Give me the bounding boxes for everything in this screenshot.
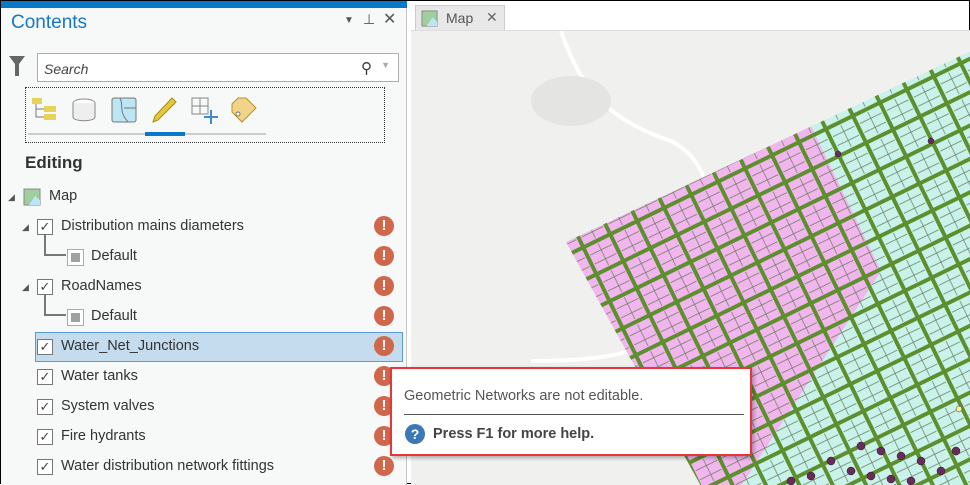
search-input[interactable]: Search ⚲ ▼ [37,53,399,82]
warning-icon[interactable]: ! [374,336,394,356]
tree-label: Water tanks [61,368,138,384]
list-by-editing-icon[interactable] [150,96,178,124]
collapse-icon[interactable]: ◢ [22,282,29,293]
visibility-checkbox[interactable]: ✓ [37,339,53,355]
visibility-checkbox[interactable]: ✓ [37,369,53,385]
symbol-swatch [67,309,84,326]
symbol-swatch [67,249,84,266]
tree-label: Water distribution network fittings [61,458,275,474]
warning-icon[interactable]: ! [374,306,394,326]
view-toolbar [25,87,385,143]
map-icon [23,188,41,206]
tree-label: Default [91,308,137,324]
filter-icon[interactable] [9,56,25,76]
collapse-icon[interactable]: ◢ [8,192,15,203]
search-icon[interactable]: ⚲ [361,59,372,77]
list-by-labeling-icon[interactable] [230,96,258,124]
tree-item-symbol[interactable]: Default ! [1,302,403,332]
tree-item-layer[interactable]: ✓ Water distribution network fittings ! [1,452,403,482]
list-by-snapping-icon[interactable] [190,96,218,124]
tree-label: RoadNames [61,278,142,294]
tree-label: Map [49,188,78,204]
warning-icon[interactable]: ! [374,456,394,476]
visibility-checkbox[interactable]: ✓ [37,429,53,445]
section-heading: Editing [25,153,83,172]
active-tab-indicator [145,132,185,136]
list-by-selection-icon[interactable] [110,96,138,124]
visibility-checkbox[interactable]: ✓ [37,459,53,475]
tooltip-message: Geometric Networks are not editable. [404,388,644,404]
tree-item-layer[interactable]: ✓ System valves ! [1,392,403,422]
list-by-source-icon[interactable] [70,96,98,124]
warning-icon[interactable]: ! [374,246,394,266]
visibility-checkbox[interactable]: ✓ [37,219,53,235]
tooltip: Geometric Networks are not editable. ? P… [390,367,752,456]
tree-item-layer[interactable]: ✓ Water tanks ! [1,362,403,392]
list-by-drawing-order-icon[interactable] [30,96,58,124]
visibility-checkbox[interactable]: ✓ [37,279,53,295]
tree-label: Water_Net_Junctions [61,338,200,354]
terrain-shading [531,76,611,126]
visibility-checkbox[interactable]: ✓ [37,399,53,415]
collapse-icon[interactable]: ◢ [22,222,29,233]
pin-icon[interactable]: ⊥ [363,11,375,28]
tooltip-divider [404,414,744,415]
tab-label: Map [446,10,474,26]
tree-label: Fire hydrants [61,428,146,444]
pane-active-bar [1,1,407,8]
search-placeholder: Search [44,61,89,77]
tree-item-symbol[interactable]: Default ! [1,242,403,272]
tooltip-help: Press F1 for more help. [433,426,595,442]
warning-icon[interactable]: ! [374,216,394,236]
pane-title: Contents [11,12,88,33]
tree-item-layer-selected[interactable]: ✓ Water_Net_Junctions ! [35,332,403,362]
close-icon[interactable]: ✕ [383,9,396,29]
tree-label: Distribution mains diameters [61,218,244,234]
warning-icon[interactable]: ! [374,276,394,296]
help-icon: ? [405,424,425,444]
tab-map[interactable]: Map ✕ [415,5,505,30]
tree-label: Default [91,248,137,264]
tree-item-layer[interactable]: ✓ Fire hydrants ! [1,422,403,452]
tree-item-map[interactable]: ◢ Map [1,182,403,212]
contents-pane: Contents ▼ ⊥ ✕ Search ⚲ ▼ Editing ◢ Map ◢ … [1,1,407,485]
search-dropdown-icon[interactable]: ▼ [381,60,390,70]
map-icon [421,10,438,27]
close-tab-icon[interactable]: ✕ [486,9,498,26]
pane-options-icon[interactable]: ▼ [344,15,354,26]
tree-label: System valves [61,398,155,414]
